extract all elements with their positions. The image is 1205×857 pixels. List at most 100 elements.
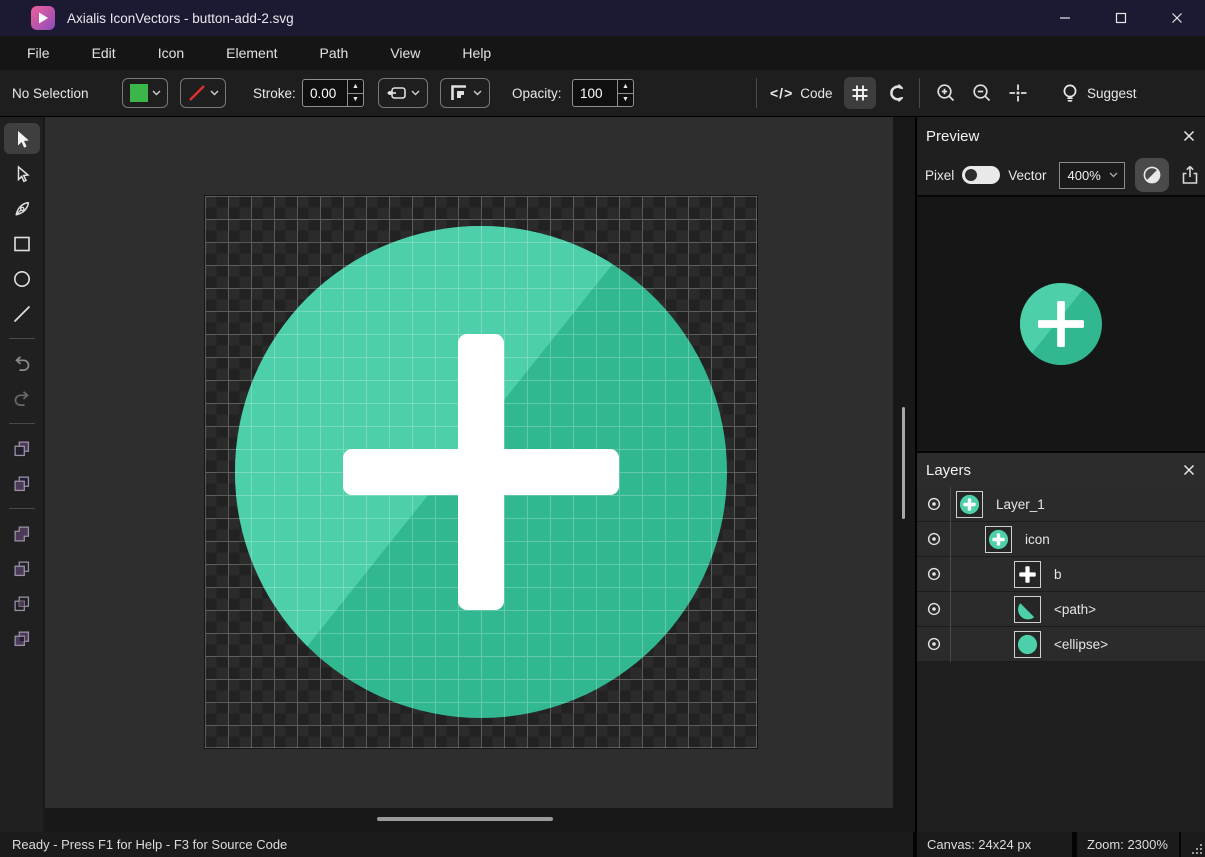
pixel-mode-label[interactable]: Pixel: [925, 168, 954, 183]
export-button[interactable]: [1179, 164, 1201, 186]
menu-view[interactable]: View: [376, 36, 434, 70]
layer-thumbnail: [1014, 596, 1041, 623]
layer-row[interactable]: <ellipse>: [917, 627, 1205, 662]
snap-button[interactable]: [880, 77, 912, 109]
toolbar-separator: [756, 78, 757, 108]
visibility-eye-icon[interactable]: [917, 635, 950, 653]
undo-button[interactable]: [4, 348, 40, 379]
code-icon: </>: [770, 85, 793, 101]
zoom-in-button[interactable]: [930, 77, 962, 109]
layer-row[interactable]: Layer_1: [917, 487, 1205, 522]
bring-forward-button[interactable]: [4, 433, 40, 464]
exclude-button[interactable]: [4, 623, 40, 654]
stroke-width-up-icon[interactable]: ▲: [348, 80, 363, 94]
preview-title: Preview: [926, 128, 979, 145]
layer-label: <path>: [1054, 602, 1096, 617]
opacity-stepper[interactable]: 100 ▲ ▼: [572, 79, 634, 107]
union-icon: [11, 523, 33, 545]
suggest-button[interactable]: Suggest: [1060, 70, 1137, 116]
preview-image: [1015, 278, 1107, 370]
zoom-fit-button[interactable]: [1002, 77, 1034, 109]
select-tool[interactable]: [4, 123, 40, 154]
opacity-down-icon[interactable]: ▼: [618, 94, 633, 107]
tool-separator: [9, 338, 35, 339]
close-icon[interactable]: [1183, 130, 1195, 142]
redo-icon: [11, 388, 33, 410]
stroke-style-icon: [386, 82, 408, 104]
minimize-button[interactable]: [1037, 0, 1093, 36]
layer-label: b: [1054, 567, 1062, 582]
menu-path[interactable]: Path: [306, 36, 363, 70]
maximize-button[interactable]: [1093, 0, 1149, 36]
menu-icon[interactable]: Icon: [144, 36, 198, 70]
layer-label: <ellipse>: [1054, 637, 1108, 652]
layer-row[interactable]: icon: [917, 522, 1205, 557]
canvas-viewport[interactable]: [45, 117, 893, 808]
grid-toggle-button[interactable]: [844, 77, 876, 109]
chevron-down-icon: [411, 90, 420, 96]
menu-file[interactable]: File: [13, 36, 64, 70]
vertical-scrollbar[interactable]: [893, 117, 915, 832]
tool-separator: [9, 508, 35, 509]
lightbulb-icon: [1060, 82, 1080, 104]
direct-select-arrow-icon: [11, 163, 33, 185]
line-tool[interactable]: [4, 298, 40, 329]
stroke-width-stepper[interactable]: 0.00 ▲ ▼: [302, 79, 364, 107]
preview-panel-header: Preview: [917, 117, 1205, 155]
close-button[interactable]: [1149, 0, 1205, 36]
zoom-in-icon: [935, 82, 957, 104]
chevron-down-icon: [152, 90, 161, 96]
preview-background-toggle[interactable]: [1135, 158, 1169, 192]
artboard[interactable]: [205, 196, 757, 748]
stroke-join-icon: [448, 82, 470, 104]
visibility-eye-icon[interactable]: [917, 530, 950, 548]
menu-edit[interactable]: Edit: [78, 36, 130, 70]
preview-zoom-select[interactable]: 400%: [1059, 162, 1125, 189]
direct-select-tool[interactable]: [4, 158, 40, 189]
intersect-button[interactable]: [4, 588, 40, 619]
status-zoom-level: Zoom: 2300%: [1077, 832, 1179, 857]
stroke-width-down-icon[interactable]: ▼: [348, 94, 363, 107]
right-panel: Preview Pixel Vector 400%: [915, 117, 1205, 832]
preview-viewport: [917, 195, 1205, 453]
code-button[interactable]: </> Code: [770, 70, 833, 116]
send-backward-button[interactable]: [4, 468, 40, 499]
horizontal-scrollbar[interactable]: [45, 808, 893, 832]
opacity-up-icon[interactable]: ▲: [618, 80, 633, 94]
titlebar: Axialis IconVectors - button-add-2.svg: [0, 0, 1205, 36]
stroke-join-dropdown[interactable]: [440, 78, 490, 108]
pen-nib-icon: [11, 198, 33, 220]
send-backward-icon: [11, 473, 33, 495]
ellipse-tool[interactable]: [4, 263, 40, 294]
subtract-button[interactable]: [4, 553, 40, 584]
status-canvas-size: Canvas: 24x24 px: [917, 832, 1072, 857]
horizontal-scrollbar-thumb[interactable]: [377, 817, 553, 821]
pen-tool[interactable]: [4, 193, 40, 224]
visibility-eye-icon[interactable]: [917, 565, 950, 583]
stroke-label: Stroke:: [253, 70, 296, 116]
visibility-eye-icon[interactable]: [917, 495, 950, 513]
vertical-scrollbar-thumb[interactable]: [902, 407, 905, 519]
union-button[interactable]: [4, 518, 40, 549]
zoom-out-button[interactable]: [966, 77, 998, 109]
menubar: File Edit Icon Element Path View Help: [0, 36, 1205, 70]
bring-forward-icon: [11, 438, 33, 460]
code-label: Code: [800, 86, 832, 101]
redo-button[interactable]: [4, 383, 40, 414]
menu-help[interactable]: Help: [448, 36, 505, 70]
layer-thumbnail: [985, 526, 1012, 553]
stroke-color-dropdown[interactable]: [180, 78, 226, 108]
stroke-style-dropdown[interactable]: [378, 78, 428, 108]
chevron-down-icon: [210, 90, 219, 96]
pixel-vector-toggle[interactable]: [962, 166, 1000, 184]
visibility-eye-icon[interactable]: [917, 600, 950, 618]
layer-row[interactable]: b: [917, 557, 1205, 592]
layer-row[interactable]: <path>: [917, 592, 1205, 627]
resize-grip[interactable]: [1181, 832, 1205, 857]
menu-element[interactable]: Element: [212, 36, 291, 70]
rectangle-tool[interactable]: [4, 228, 40, 259]
close-icon[interactable]: [1183, 464, 1195, 476]
fill-color-dropdown[interactable]: [122, 78, 168, 108]
suggest-label: Suggest: [1087, 86, 1137, 101]
vector-mode-label[interactable]: Vector: [1008, 168, 1046, 183]
